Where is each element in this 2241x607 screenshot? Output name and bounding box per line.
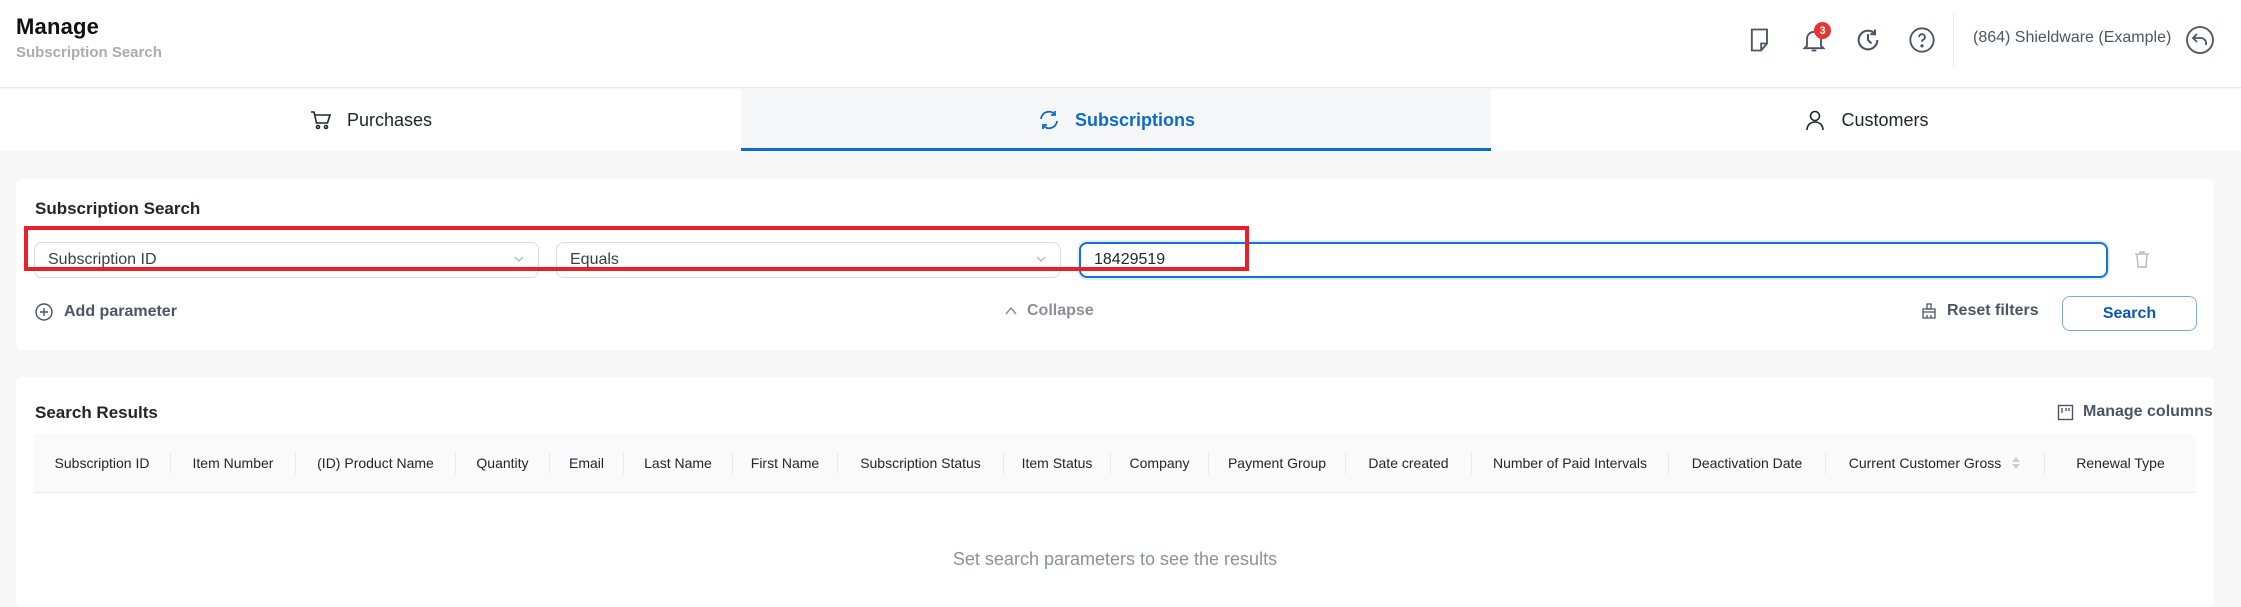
operator-select-value: Equals xyxy=(570,251,619,268)
switch-account-icon[interactable] xyxy=(2184,24,2216,56)
column-header-deactivation-date[interactable]: Deactivation Date xyxy=(1669,452,1826,474)
column-header-customer-gross[interactable]: Current Customer Gross xyxy=(1826,452,2045,474)
header-divider xyxy=(1953,12,1954,68)
column-header-quantity[interactable]: Quantity xyxy=(456,452,550,474)
column-header-subscription-status[interactable]: Subscription Status xyxy=(838,452,1004,474)
add-parameter-button[interactable]: Add parameter xyxy=(34,302,177,322)
reset-filters-button[interactable]: Reset filters xyxy=(1920,302,2039,320)
search-button[interactable]: Search xyxy=(2062,296,2197,331)
notes-icon[interactable] xyxy=(1743,23,1777,57)
column-header-subscription-id[interactable]: Subscription ID xyxy=(34,452,171,474)
column-header-last-name[interactable]: Last Name xyxy=(624,452,733,474)
column-header-payment-group[interactable]: Payment Group xyxy=(1209,452,1346,474)
subscription-search-card: Subscription Search Subscription ID Equa… xyxy=(16,179,2214,350)
chevron-down-icon xyxy=(1036,256,1046,262)
column-header-renewal-type[interactable]: Renewal Type xyxy=(2045,453,2196,474)
reset-filters-label: Reset filters xyxy=(1947,302,2039,319)
tab-customers[interactable]: Customers xyxy=(1491,89,2241,151)
account-label[interactable]: (864) Shieldware (Example) xyxy=(1973,29,2171,47)
trash-icon xyxy=(2135,251,2149,268)
sort-icon[interactable] xyxy=(2011,456,2021,470)
tab-subscriptions[interactable]: Subscriptions xyxy=(741,89,1491,151)
search-results-card: Search Results Manage columns Subscripti… xyxy=(16,377,2214,607)
column-header-email[interactable]: Email xyxy=(550,452,624,474)
tab-purchases[interactable]: Purchases xyxy=(0,89,741,151)
results-table-header: Subscription ID Item Number (ID) Product… xyxy=(34,434,2196,493)
broom-icon xyxy=(1922,303,1936,319)
column-header-company[interactable]: Company xyxy=(1111,452,1209,474)
column-header-paid-intervals[interactable]: Number of Paid Intervals xyxy=(1472,452,1669,474)
column-header-item-number[interactable]: Item Number xyxy=(171,452,296,474)
column-header-first-name[interactable]: First Name xyxy=(733,452,838,474)
collapse-label: Collapse xyxy=(1027,302,1094,319)
tab-label: Subscriptions xyxy=(1074,109,1195,130)
main-tabs: Purchases Subscriptions Customers xyxy=(0,89,2241,151)
help-icon[interactable] xyxy=(1905,23,1939,57)
notifications-button[interactable]: 3 xyxy=(1797,22,1831,57)
refresh-icon xyxy=(1040,110,1058,130)
collapse-button[interactable]: Collapse xyxy=(1004,302,1094,320)
search-card-title: Subscription Search xyxy=(35,199,201,218)
manage-columns-button[interactable]: Manage columns xyxy=(2057,403,2213,421)
add-parameter-label: Add parameter xyxy=(64,303,177,320)
results-card-title: Search Results xyxy=(35,403,158,422)
column-header-product-name[interactable]: (ID) Product Name xyxy=(296,452,456,474)
field-select-value: Subscription ID xyxy=(48,251,157,268)
delete-parameter-button[interactable] xyxy=(2131,248,2153,270)
page-subtitle: Subscription Search xyxy=(16,44,162,61)
search-value-input[interactable] xyxy=(1079,242,2108,278)
user-icon xyxy=(1806,110,1825,131)
column-header-item-status[interactable]: Item Status xyxy=(1004,452,1111,474)
field-select[interactable]: Subscription ID xyxy=(34,242,539,278)
chevron-down-icon xyxy=(514,256,524,262)
chevron-up-icon xyxy=(1005,306,1017,315)
columns-icon xyxy=(2057,404,2074,420)
cart-icon xyxy=(310,111,332,130)
plus-circle-icon xyxy=(35,303,53,321)
tab-label: Purchases xyxy=(346,109,433,130)
column-header-date-created[interactable]: Date created xyxy=(1346,452,1472,474)
manage-columns-label: Manage columns xyxy=(2083,403,2213,420)
page-title: Manage xyxy=(16,14,100,39)
tab-label: Customers xyxy=(1841,109,1929,130)
history-icon[interactable] xyxy=(1851,23,1885,57)
page-header: Manage Subscription Search 3 (864) Shiel… xyxy=(0,0,2241,88)
operator-select[interactable]: Equals xyxy=(556,242,1061,278)
notification-badge: 3 xyxy=(1814,22,1831,39)
empty-results-message: Set search parameters to see the results xyxy=(952,549,1278,569)
